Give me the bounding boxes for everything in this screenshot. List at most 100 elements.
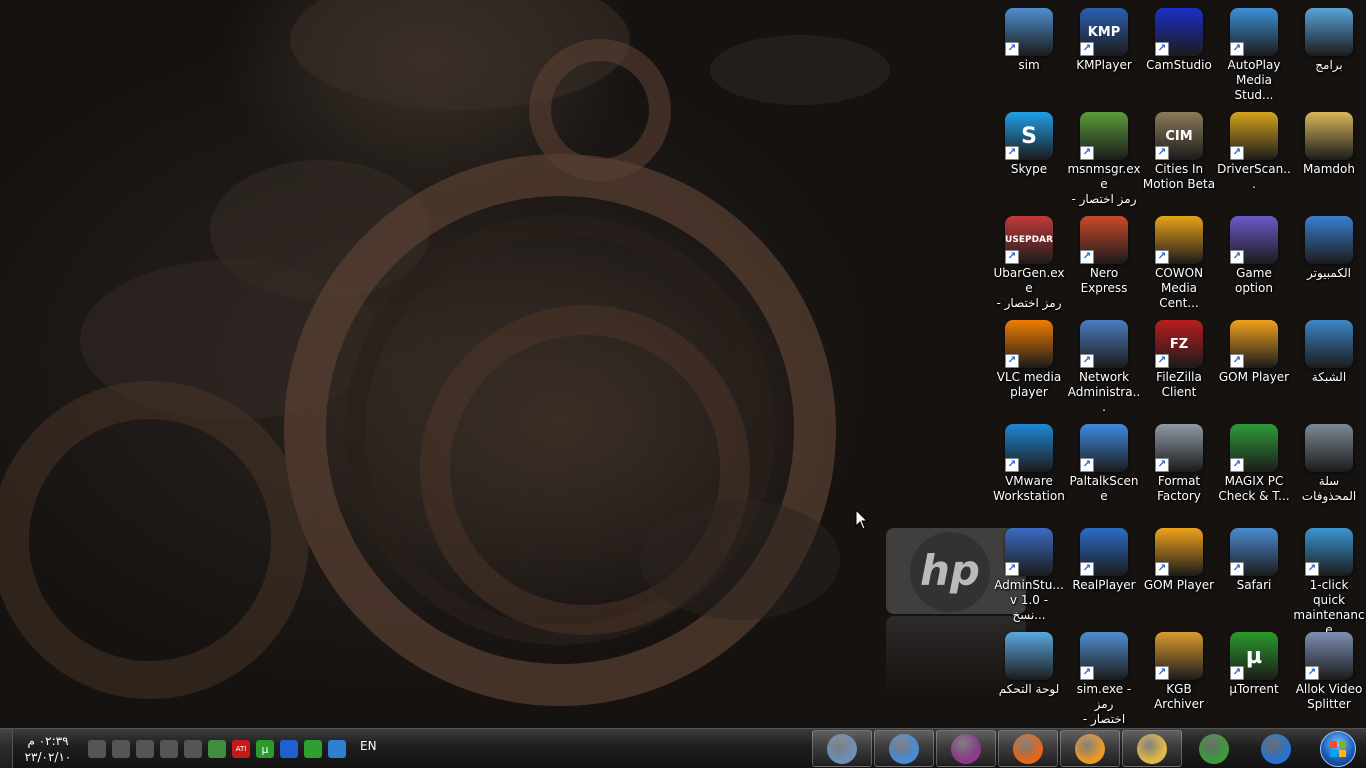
desktop-icon[interactable]: برامج	[1292, 4, 1366, 73]
volume-icon[interactable]	[112, 740, 130, 758]
desktop-icon[interactable]: ↗ GOM Player	[1217, 316, 1291, 385]
desktop-icon[interactable]: ↗ COWON Media Cent...	[1142, 212, 1216, 311]
desktop-icon[interactable]: ↗ 1-click quick maintenance	[1292, 524, 1366, 638]
desktop-icon[interactable]: ↗ AutoPlay Media Stud...	[1217, 4, 1291, 103]
desktop-icon[interactable]: ↗ AdminStu... v 1.0 - نسخ...	[992, 524, 1066, 623]
internet-explorer-icon	[1261, 733, 1291, 764]
taskbar-button[interactable]	[998, 730, 1058, 767]
blue-window-icon[interactable]	[328, 740, 346, 758]
sim-shield-icon: ↗	[1080, 632, 1128, 680]
desktop-icon-label: PaltalkScene	[1069, 474, 1139, 503]
desktop-icon[interactable]: CIM ↗ Cities In Motion Beta	[1142, 108, 1216, 192]
desktop-icon[interactable]: Mamdoh	[1292, 108, 1366, 177]
desktop-icon[interactable]: ↗ CamStudio	[1142, 4, 1216, 73]
taskbar-pinned-apps	[812, 730, 1306, 767]
desktop-icon[interactable]: USEPDAR ↗ UbarGen.exe - رمز اختصار	[992, 212, 1066, 311]
shortcut-arrow-icon: ↗	[1230, 354, 1244, 368]
taskbar-button[interactable]	[936, 730, 996, 767]
mouse-pointer-icon	[855, 509, 869, 530]
cities-in-motion-icon: CIM ↗	[1155, 112, 1203, 160]
desktop-icon-label: Network Administra...	[1067, 370, 1141, 414]
shortcut-arrow-icon: ↗	[1230, 42, 1244, 56]
desktop-icon[interactable]: ↗ Format Factory	[1142, 420, 1216, 504]
tray-icon-glyph: µ	[261, 742, 269, 756]
desktop-icon-label: AdminStu... v 1.0 - نسخ...	[994, 578, 1064, 622]
cowon-icon: ↗	[1155, 216, 1203, 264]
shortcut-arrow-icon: ↗	[1005, 146, 1019, 160]
desktop-icon[interactable]: الكمبيوتر	[1292, 212, 1366, 281]
green-tray-icon[interactable]	[208, 740, 226, 758]
desktop-icon[interactable]: ↗ sim	[992, 4, 1066, 73]
tray-icon-glyph: ATI	[235, 745, 247, 753]
desktop-icon-label: FileZilla Client	[1156, 370, 1202, 399]
shortcut-arrow-icon: ↗	[1305, 666, 1319, 680]
programs-folder-icon	[1305, 8, 1353, 56]
recycle-bin-icon	[1305, 424, 1353, 472]
desktop-icon[interactable]: ↗ VLC media player	[992, 316, 1066, 400]
shortcut-arrow-icon: ↗	[1005, 42, 1019, 56]
desktop-icon[interactable]: ↗ RealPlayer	[1067, 524, 1141, 593]
desktop-icon-label: RealPlayer	[1072, 578, 1136, 592]
desktop-icon-label: لوحة التحكم	[998, 682, 1060, 696]
taskbar-button[interactable]	[1122, 730, 1182, 767]
wordpad-icon	[827, 733, 857, 764]
desktop-icon[interactable]: ↗ MAGIX PC Check & T...	[1217, 420, 1291, 504]
desktop-icon-label: GOM Player	[1218, 370, 1290, 384]
start-button[interactable]	[1316, 731, 1360, 767]
hp-logo-text: hp	[910, 532, 990, 612]
desktop-icon-label: سلة المحذوفات	[1301, 474, 1357, 503]
action-center-flag-icon[interactable]	[160, 740, 178, 758]
utorrent-tray-icon[interactable]: µ	[256, 740, 274, 758]
desktop-icon-label: برامج	[1315, 58, 1343, 72]
desktop-icon[interactable]: ↗ GOM Player	[1142, 524, 1216, 593]
desktop-icon[interactable]: ↗ KGB Archiver	[1142, 628, 1216, 712]
desktop-icon-label: AutoPlay Media Stud...	[1227, 58, 1281, 102]
clock-time: ٠٢:٣٩ م	[27, 734, 69, 748]
desktop-icon[interactable]: ↗ VMware Workstation	[992, 420, 1066, 504]
desktop-icon[interactable]: ↗ Safari	[1217, 524, 1291, 593]
nero-flame-icon: ↗	[1080, 216, 1128, 264]
taskbar-button[interactable]	[1184, 730, 1244, 767]
desktop-icon[interactable]: KMP ↗ KMPlayer	[1067, 4, 1141, 73]
shortcut-arrow-icon: ↗	[1230, 562, 1244, 576]
taskbar-button[interactable]	[1060, 730, 1120, 767]
msn-messenger-icon: ↗	[1080, 112, 1128, 160]
desktop-icon[interactable]: ↗ sim.exe - رمز اختصار - نسخة	[1067, 628, 1141, 728]
desktop-icon[interactable]: µ ↗ µTorrent	[1217, 628, 1291, 697]
shortcut-arrow-icon: ↗	[1005, 562, 1019, 576]
show-desktop-button[interactable]	[0, 729, 13, 768]
desktop-icon-label: VLC media player	[996, 370, 1062, 399]
desktop-icon-label: GOM Player	[1143, 578, 1215, 592]
vmware-icon: ↗	[1005, 424, 1053, 472]
desktop-icon[interactable]: سلة المحذوفات	[1292, 420, 1366, 504]
desktop[interactable]: hp ↗ sim KMP ↗ KMPlayer ↗ CamStudio ↗ AutoPlay M…	[0, 0, 1366, 728]
desktop-icon[interactable]: ↗ PaltalkScene	[1067, 420, 1141, 504]
bluetooth-icon[interactable]	[280, 740, 298, 758]
allok-splitter-icon: ↗	[1305, 632, 1353, 680]
desktop-icon[interactable]: ↗ Allok Video Splitter	[1292, 628, 1366, 712]
desktop-icon[interactable]: لوحة التحكم	[992, 628, 1066, 697]
network-monitor-icon[interactable]	[184, 740, 202, 758]
signal-bars-icon[interactable]	[88, 740, 106, 758]
filezilla-icon: FZ ↗	[1155, 320, 1203, 368]
taskbar-button[interactable]	[874, 730, 934, 767]
desktop-icon[interactable]: S ↗ Skype	[992, 108, 1066, 177]
desktop-icon[interactable]: ↗ Nero Express	[1067, 212, 1141, 296]
desktop-icon-label: UbarGen.exe - رمز اختصار	[993, 266, 1065, 310]
green-check-icon[interactable]	[304, 740, 322, 758]
taskbar-button[interactable]	[1246, 730, 1306, 767]
clock[interactable]: ٠٢:٣٩ م ٢٣/٠٢/١٠	[18, 733, 78, 765]
ati-icon[interactable]: ATI	[232, 740, 250, 758]
desktop-icon-label: msnmsgr.exe - رمز اختصار	[1067, 162, 1141, 206]
clock-date: ٢٣/٠٢/١٠	[24, 750, 72, 764]
desktop-icon[interactable]: ↗ Network Administra...	[1067, 316, 1141, 415]
desktop-icon[interactable]: الشبكة	[1292, 316, 1366, 385]
taskbar-button[interactable]	[812, 730, 872, 767]
safari-compass-icon	[889, 733, 919, 764]
language-indicator[interactable]: EN	[360, 739, 377, 753]
desktop-icon[interactable]: ↗ Game option	[1217, 212, 1291, 296]
desktop-icon[interactable]: ↗ msnmsgr.exe - رمز اختصار	[1067, 108, 1141, 207]
desktop-icon[interactable]: ↗ DriverScan...	[1217, 108, 1291, 192]
desktop-icon[interactable]: FZ ↗ FileZilla Client	[1142, 316, 1216, 400]
power-plug-icon[interactable]	[136, 740, 154, 758]
